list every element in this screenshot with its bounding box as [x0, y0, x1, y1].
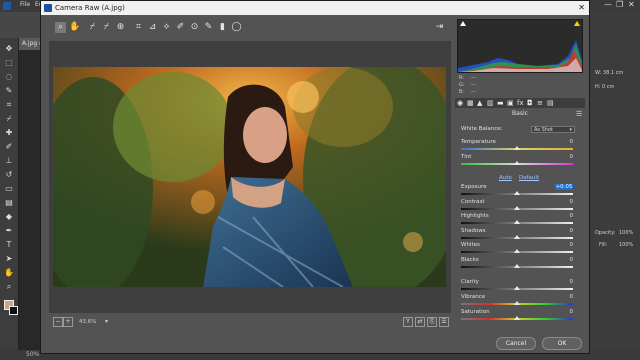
pen-tool-icon[interactable]: ✒ — [4, 226, 14, 236]
ok-button[interactable]: OK — [542, 337, 582, 350]
clone-stamp-icon[interactable]: ⊥ — [4, 156, 14, 166]
path-select-icon[interactable]: ➤ — [4, 254, 14, 264]
healing-brush-icon[interactable]: ✚ — [4, 128, 14, 138]
status-zoom: 50% — [26, 351, 40, 358]
slider-value-contrast[interactable]: 0 — [553, 199, 574, 205]
quick-select-icon[interactable]: ✎ — [4, 86, 14, 96]
slider-label-whites: Whites — [461, 242, 480, 248]
close-window-button[interactable]: ✕ — [628, 0, 635, 9]
slider-value-temperature[interactable]: 0 — [553, 139, 574, 145]
slider-value-highlights[interactable]: 0 — [553, 213, 574, 219]
slider-label-highlights: Highlights — [461, 213, 489, 219]
slider-thumb-saturation[interactable] — [514, 316, 520, 320]
window-controls: — ❐ ✕ — [584, 0, 640, 12]
crop-tool-icon[interactable]: ⌗ — [4, 100, 14, 110]
fill-value[interactable]: 100% — [619, 242, 633, 248]
slider-value-tint[interactable]: 0 — [553, 154, 574, 160]
opacity-value[interactable]: 100% — [619, 230, 633, 236]
slider-label-tint: Tint — [461, 154, 472, 160]
gradient-tool-icon[interactable]: ▤ — [4, 198, 14, 208]
blur-tool-icon[interactable]: ◆ — [4, 212, 14, 222]
eyedropper-tool-icon[interactable]: ⌿ — [4, 114, 14, 124]
slider-label-exposure: Exposure — [461, 184, 487, 190]
slider-label-blacks: Blacks — [461, 257, 479, 263]
slider-label-clarity: Clarity — [461, 279, 479, 285]
restore-button[interactable]: ❐ — [616, 0, 623, 9]
slider-label-contrast: Contrast — [461, 199, 485, 205]
slider-value-saturation[interactable]: 0 — [553, 309, 574, 315]
slider-thumb-whites[interactable] — [514, 249, 520, 253]
type-tool-icon[interactable]: T — [4, 240, 14, 250]
slider-value-blacks[interactable]: 0 — [553, 257, 574, 263]
slider-thumb-vibrance[interactable] — [514, 301, 520, 305]
minimize-button[interactable]: — — [604, 0, 612, 9]
slider-value-clarity[interactable]: 0 — [553, 279, 574, 285]
fill-label: Fill: — [599, 242, 608, 248]
zoom-tool-icon[interactable]: ⌕ — [4, 282, 14, 292]
background-color-swatch[interactable] — [9, 306, 18, 315]
info-height: H: 0 cm — [595, 84, 615, 90]
slider-label-temperature: Temperature — [461, 139, 496, 145]
cancel-button[interactable]: Cancel — [496, 337, 536, 350]
slider-thumb-temperature[interactable] — [514, 146, 520, 150]
slider-thumb-blacks[interactable] — [514, 264, 520, 268]
hand-tool-icon[interactable]: ✋ — [4, 268, 14, 278]
slider-thumb-tint[interactable] — [514, 161, 520, 165]
brush-tool-icon[interactable]: ✐ — [4, 142, 14, 152]
lasso-tool-icon[interactable]: ◌ — [4, 72, 14, 82]
photoshop-logo — [3, 2, 11, 10]
slider-value-shadows[interactable]: 0 — [553, 228, 574, 234]
slider-thumb-highlights[interactable] — [514, 220, 520, 224]
eraser-tool-icon[interactable]: ▭ — [4, 184, 14, 194]
slider-value-whites[interactable]: 0 — [553, 242, 574, 248]
slider-thumb-shadows[interactable] — [514, 235, 520, 239]
slider-label-saturation: Saturation — [461, 309, 490, 315]
info-width: W: 38.1 cm — [595, 70, 624, 76]
slider-label-shadows: Shadows — [461, 228, 486, 234]
photoshop-right-panel: W: 38.1 cm H: 0 cm Opacity: 100% Fill: 1… — [588, 12, 640, 350]
photoshop-toolbox: ✥ ⬚ ◌ ✎ ⌗ ⌿ ✚ ✐ ⊥ ↺ ▭ ▤ ◆ ✒ T ➤ ✋ ⌕ — [0, 38, 19, 350]
basic-sliders: Temperature 0 Tint 0 Exposure +0.05 Contrast 0 H… — [41, 1, 589, 353]
slider-thumb-clarity[interactable] — [514, 286, 520, 290]
slider-thumb-contrast[interactable] — [514, 206, 520, 210]
marquee-tool-icon[interactable]: ⬚ — [4, 58, 14, 68]
slider-label-vibrance: Vibrance — [461, 294, 486, 300]
camera-raw-dialog: Camera Raw (A.jpg) ✕ ⌕ ✋ ⌿ ⌿ ⊕ ⌗ ⊿ ⟡ ✐ ⊙… — [40, 0, 590, 354]
slider-value-vibrance[interactable]: 0 — [553, 294, 574, 300]
move-tool-icon[interactable]: ✥ — [4, 44, 14, 54]
history-brush-icon[interactable]: ↺ — [4, 170, 14, 180]
slider-thumb-exposure[interactable] — [514, 191, 520, 195]
opacity-label: Opacity: — [595, 230, 616, 236]
menu-file[interactable]: File — [20, 1, 30, 8]
slider-value-exposure[interactable]: +0.05 — [555, 184, 573, 190]
